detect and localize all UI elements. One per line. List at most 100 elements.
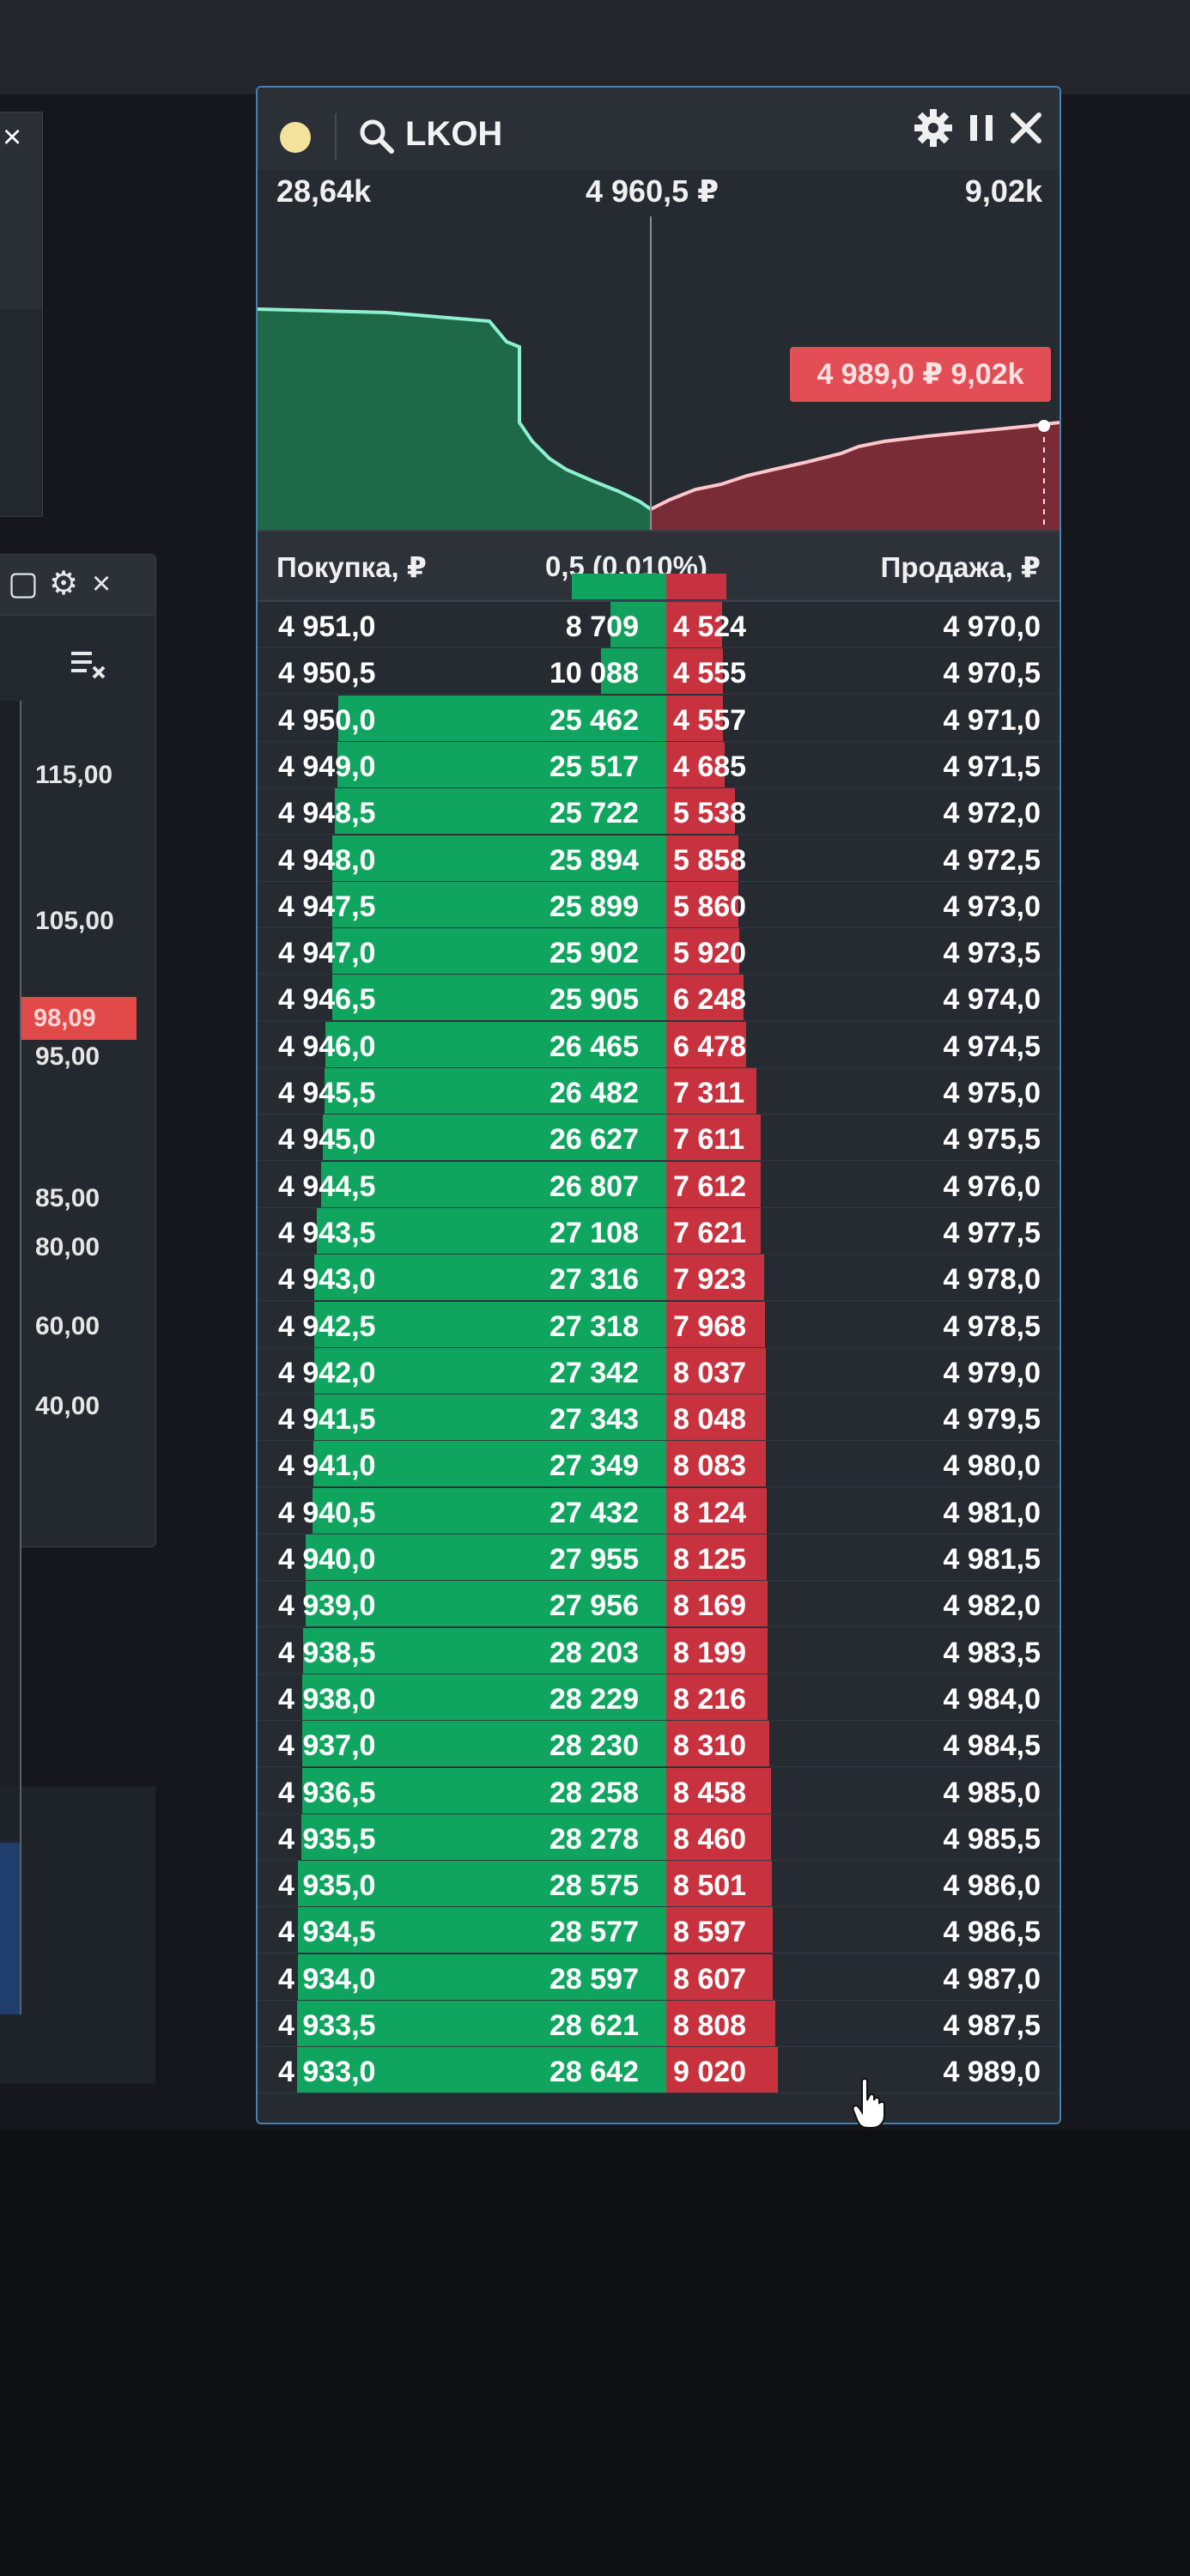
- order-book-row[interactable]: 4 933,5 28 621 8 808 4 987,5: [258, 2001, 1059, 2047]
- hand-cursor-icon: [852, 2078, 885, 2129]
- y-tick: 115,00: [35, 761, 113, 789]
- bid-price: 4 940,5: [278, 1496, 376, 1529]
- order-book-row[interactable]: 4 951,0 8 709 4 524 4 970,0: [258, 602, 1059, 648]
- order-book-row[interactable]: 4 942,5 27 318 7 968 4 978,5: [258, 1301, 1059, 1348]
- order-book-toolbar: LKOH: [258, 88, 1059, 170]
- ask-price: 4 987,5: [943, 2009, 1041, 2042]
- order-book-row[interactable]: 4 942,0 27 342 8 037 4 979,0: [258, 1347, 1059, 1394]
- order-book-row[interactable]: 4 940,0 27 955 8 125 4 981,5: [258, 1534, 1059, 1581]
- bid-price: 4 944,5: [278, 1170, 376, 1203]
- ask-price: 4 973,0: [943, 890, 1041, 923]
- bid-price: 4 948,5: [278, 797, 376, 830]
- ask-price: 4 984,0: [943, 1682, 1041, 1716]
- ask-quantity: 7 923: [673, 1263, 747, 1297]
- order-book-row[interactable]: 4 946,0 26 465 6 478 4 974,5: [258, 1021, 1059, 1068]
- bid-price: 4 941,5: [278, 1403, 376, 1437]
- order-book-row[interactable]: 4 934,0 28 597 8 607 4 987,0: [258, 1953, 1059, 2001]
- monitor-bezel: [0, 0, 1190, 94]
- ask-quantity: 7 611: [673, 1123, 745, 1157]
- order-book-row[interactable]: 4 950,0 25 462 4 557 4 971,0: [258, 695, 1059, 742]
- mid-price: 4 960,5 ₽: [586, 173, 719, 209]
- bid-quantity: 28 203: [549, 1636, 639, 1669]
- ask-price: 4 979,5: [943, 1403, 1041, 1437]
- ask-quantity: 8 083: [673, 1449, 747, 1483]
- depth-chart[interactable]: 4 989,0 ₽ 9,02k: [258, 216, 1059, 530]
- order-book-row[interactable]: 4 946,5 25 905 6 248 4 974,0: [258, 975, 1059, 1022]
- order-book-row[interactable]: 4 944,5 26 807 7 612 4 976,0: [258, 1161, 1059, 1208]
- ask-quantity: 8 199: [673, 1636, 747, 1669]
- bid-quantity: 28 621: [549, 2009, 639, 2042]
- bid-quantity: 26 807: [549, 1170, 639, 1203]
- bid-quantity: 27 956: [549, 1589, 639, 1623]
- price-axis-line: [20, 701, 21, 2014]
- pause-icon[interactable]: [960, 106, 1003, 149]
- order-book-row[interactable]: 4 950,5 10 088 4 555 4 970,5: [258, 648, 1059, 696]
- bid-price: 4 933,5: [278, 2009, 376, 2042]
- status-dot-icon[interactable]: [280, 122, 311, 153]
- order-book-row[interactable]: 4 948,5 25 722 5 538 4 972,0: [258, 788, 1059, 835]
- order-book-row[interactable]: 4 939,0 27 956 8 169 4 982,0: [258, 1581, 1059, 1628]
- search-icon[interactable]: [357, 117, 395, 155]
- order-book-row[interactable]: 4 933,0 28 642 9 020 4 989,0: [258, 2047, 1059, 2094]
- ask-quantity: 7 621: [673, 1216, 747, 1249]
- order-book-row[interactable]: 4 941,0 27 349 8 083 4 980,0: [258, 1441, 1059, 1488]
- bid-quantity: 26 465: [549, 1030, 639, 1063]
- close-icon[interactable]: [1005, 106, 1047, 149]
- ask-quantity: 8 310: [673, 1729, 747, 1763]
- partial-row[interactable]: [258, 574, 1059, 600]
- bid-quantity: 25 722: [549, 797, 639, 830]
- ask-quantity: 5 538: [673, 797, 747, 830]
- bid-price: 4 934,5: [278, 1916, 376, 1949]
- order-book-row[interactable]: 4 945,5 26 482 7 311 4 975,0: [258, 1068, 1059, 1115]
- ask-price: 4 971,0: [943, 703, 1041, 737]
- order-book-row[interactable]: 4 940,5 27 432 8 124 4 981,0: [258, 1487, 1059, 1534]
- order-book-row[interactable]: 4 947,5 25 899 5 860 4 973,0: [258, 881, 1059, 928]
- window-edge: [0, 310, 42, 516]
- order-book-row[interactable]: 4 936,5 28 258 8 458 4 985,0: [258, 1767, 1059, 1814]
- clear-filter-icon[interactable]: [68, 645, 107, 684]
- order-book-row[interactable]: 4 938,0 28 229 8 216 4 984,0: [258, 1674, 1059, 1721]
- order-book-row[interactable]: 4 945,0 26 627 7 611 4 975,5: [258, 1115, 1059, 1162]
- ask-quantity: 8 597: [673, 1916, 747, 1949]
- bid-quantity: 25 905: [549, 983, 639, 1017]
- bid-depth-area: [258, 309, 651, 530]
- y-tick: 80,00: [35, 1233, 100, 1261]
- order-book-row[interactable]: 4 943,0 27 316 7 923 4 978,0: [258, 1255, 1059, 1302]
- gear-icon[interactable]: [912, 106, 955, 149]
- bid-quantity: 28 229: [549, 1682, 639, 1716]
- order-book-row[interactable]: 4 949,0 25 517 4 685 4 971,5: [258, 741, 1059, 788]
- ask-quantity: 5 920: [673, 937, 747, 970]
- order-book-row[interactable]: 4 948,0 25 894 5 858 4 972,5: [258, 835, 1059, 882]
- ask-volume-bar: [666, 574, 726, 599]
- order-book-row[interactable]: 4 947,0 25 902 5 920 4 973,5: [258, 928, 1059, 975]
- ask-price: 4 980,0: [943, 1449, 1041, 1483]
- bid-price: 4 936,5: [278, 1776, 376, 1809]
- ask-volume-total: 9,02k: [964, 173, 1042, 209]
- ask-price: 4 981,5: [943, 1543, 1041, 1576]
- close-icon[interactable]: ×: [92, 565, 111, 603]
- order-book-window: LKOH 28,64k 4 960,5 ₽ 9,02k 4 989,0 ₽ 9,…: [256, 86, 1061, 2124]
- order-book-row[interactable]: 4 943,5 27 108 7 621 4 977,5: [258, 1207, 1059, 1255]
- gear-icon[interactable]: ⚙: [49, 565, 78, 603]
- y-tick: 40,00: [35, 1392, 100, 1420]
- bid-price: 4 942,5: [278, 1309, 376, 1343]
- ask-quantity: 5 858: [673, 843, 747, 877]
- order-book-row[interactable]: 4 934,5 28 577 8 597 4 986,5: [258, 1907, 1059, 1954]
- order-book-row[interactable]: 4 935,5 28 278 8 460 4 985,5: [258, 1814, 1059, 1861]
- y-tick: 105,00: [35, 907, 114, 935]
- close-icon[interactable]: ×: [3, 119, 21, 156]
- ticker-symbol[interactable]: LKOH: [405, 115, 502, 154]
- order-book-row[interactable]: 4 938,5 28 203 8 199 4 983,5: [258, 1627, 1059, 1674]
- order-book-row[interactable]: 4 935,0 28 575 8 501 4 986,0: [258, 1861, 1059, 1908]
- bid-price: 4 940,0: [278, 1543, 376, 1576]
- ask-price: 4 987,0: [943, 1962, 1041, 1996]
- ask-depth-area: [651, 422, 1059, 530]
- square-icon[interactable]: ▢: [8, 565, 39, 603]
- bid-quantity: 27 342: [549, 1356, 639, 1389]
- bid-quantity: 10 088: [549, 657, 639, 690]
- ask-quantity: 8 501: [673, 1869, 747, 1903]
- bid-price: 4 951,0: [278, 611, 376, 643]
- toolbar-divider: [335, 113, 337, 160]
- order-book-row[interactable]: 4 941,5 27 343 8 048 4 979,5: [258, 1394, 1059, 1442]
- order-book-row[interactable]: 4 937,0 28 230 8 310 4 984,5: [258, 1721, 1059, 1768]
